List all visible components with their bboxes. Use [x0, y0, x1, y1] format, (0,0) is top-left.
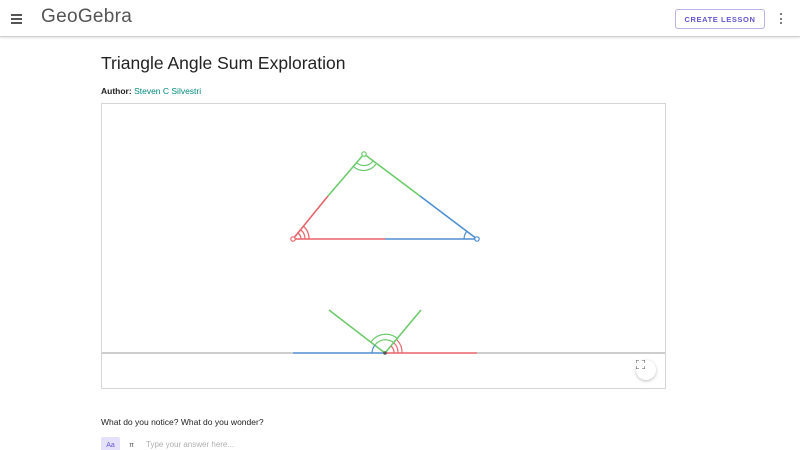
top-bar: GeoGebra CREATE LESSON [0, 0, 800, 37]
side-bc-green [363, 153, 421, 197]
author-label: Author: [101, 86, 132, 96]
vertex-b[interactable] [474, 236, 480, 242]
side-bc-blue [419, 195, 478, 240]
geogebra-logo[interactable]: GeoGebra [41, 6, 132, 28]
fullscreen-icon [636, 360, 645, 369]
vertex-c[interactable] [361, 151, 367, 157]
answer-toolbar: Aa π [101, 437, 141, 450]
ray-green-right [384, 309, 422, 354]
question-prompt: What do you notice? What do you wonder? [101, 417, 264, 427]
side-ac-green [327, 153, 365, 197]
answer-input[interactable] [146, 436, 396, 450]
angle-a-arc [297, 225, 310, 240]
geogebra-applet[interactable] [101, 103, 666, 389]
angle-blue-arc [371, 344, 376, 354]
side-ac-red [292, 195, 329, 240]
create-lesson-button[interactable]: CREATE LESSON [675, 9, 765, 29]
triangle-construction[interactable] [102, 104, 666, 389]
math-mode-button[interactable]: π [122, 437, 141, 450]
hamburger-menu-icon[interactable] [10, 11, 24, 25]
page-title: Triangle Angle Sum Exploration [101, 53, 346, 73]
author-link[interactable]: Steven C Silvestri [134, 86, 201, 96]
more-vert-icon[interactable] [778, 12, 784, 26]
text-mode-button[interactable]: Aa [101, 437, 120, 450]
fullscreen-button[interactable] [636, 360, 656, 380]
vertex-a[interactable] [290, 236, 296, 242]
ray-green-left [328, 309, 386, 354]
pivot-point[interactable] [383, 351, 387, 355]
angle-b-arc [463, 230, 468, 240]
author-line: Author: Steven C Silvestri [101, 86, 201, 96]
